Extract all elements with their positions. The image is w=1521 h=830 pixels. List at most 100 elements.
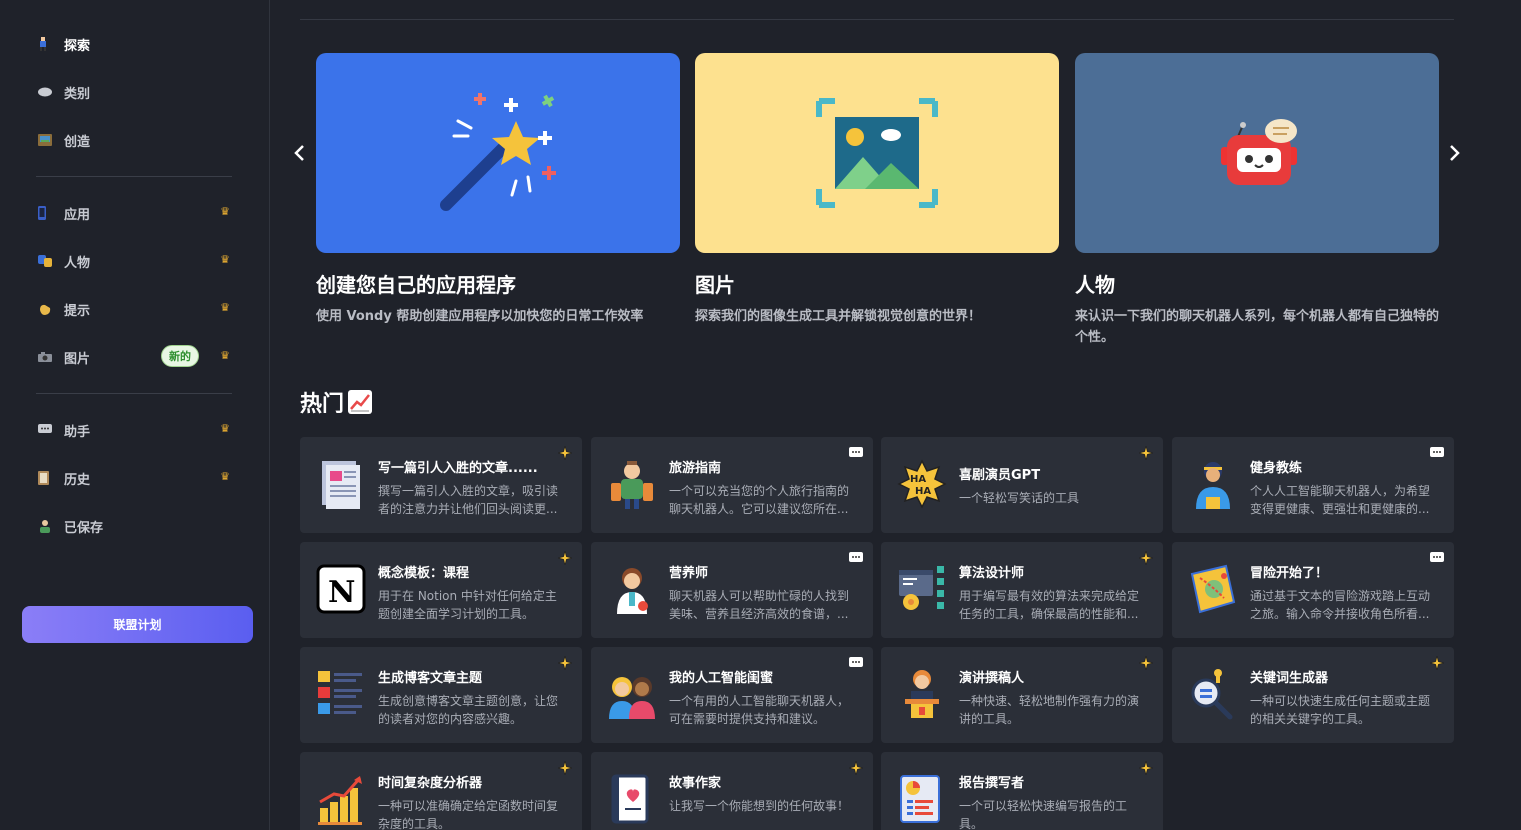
popular-card[interactable]: HA HA 喜剧演员GPT 一个轻松写笑话的工具 — [881, 437, 1163, 533]
chat-bubble-icon — [849, 445, 863, 459]
sidebar-item-characters[interactable]: 人物 ♛ — [38, 249, 230, 273]
card-thumbnail-icon: HA HA — [897, 457, 947, 511]
chat-bubble-icon — [849, 655, 863, 669]
card-desc: 让我写一个你能想到的任何故事！ — [669, 799, 850, 813]
carousel-next-button[interactable] — [1443, 140, 1467, 166]
sidebar-item-label: 应用 — [64, 207, 91, 223]
robot-icon — [1221, 119, 1297, 185]
assistant-icon — [38, 424, 58, 436]
feature-image[interactable] — [1075, 53, 1439, 253]
saved-icon — [38, 519, 58, 533]
feature-title[interactable]: 创建您自己的应用程序 — [316, 269, 680, 298]
sidebar-item-prompts[interactable]: 提示 ♛ — [38, 297, 230, 321]
popular-card[interactable]: 算法设计师 用于编写最有效的算法来完成给定任务的工具，确保最高的性能和... — [881, 542, 1163, 638]
popular-card[interactable]: 冒险开始了！ 通过基于文本的冒险游戏踏上互动之旅。输入命令并接收角色所看... — [1172, 542, 1454, 638]
card-desc: 一个可以充当您的个人旅行指南的聊天机器人。它可以建议您所在... — [669, 484, 850, 516]
sidebar-item-saved[interactable]: 已保存 — [38, 514, 230, 538]
card-thumbnail-icon — [607, 667, 657, 721]
popular-card[interactable]: 报告撰写者 一个可以轻松快速编写报告的工具。 — [881, 752, 1163, 830]
sparkle-icon — [1137, 444, 1155, 462]
card-thumbnail-icon — [1188, 667, 1238, 721]
card-title: 算法设计师 — [959, 566, 1025, 581]
sidebar-item-label: 助手 — [64, 424, 91, 440]
sidebar-divider — [36, 176, 232, 177]
card-title: 写一篇引人入胜的文章...... — [378, 461, 538, 476]
create-icon — [38, 134, 58, 146]
sidebar-item-create[interactable]: 创造 — [38, 128, 230, 152]
chat-bubble-icon — [849, 550, 863, 564]
card-title: 报告撰写者 — [959, 776, 1025, 791]
card-desc: 撰写一篇引人入胜的文章，吸引读者的注意力并让他们回头阅读更... — [378, 484, 559, 516]
sidebar-item-categories[interactable]: 类别 — [38, 80, 230, 104]
chevron-right-icon — [1450, 145, 1460, 161]
card-title: 故事作家 — [669, 776, 722, 791]
popular-card[interactable]: 健身教练 个人人工智能聊天机器人，为希望变得更健康、更强壮和更健康的... — [1172, 437, 1454, 533]
sidebar-item-label: 探索 — [64, 38, 91, 54]
feature-images[interactable]: 图片 探索我们的图像生成工具并解锁视觉创意的世界！ — [695, 53, 1059, 327]
history-icon — [38, 471, 58, 485]
card-desc: 一个轻松写笑话的工具 — [959, 491, 1080, 505]
card-thumbnail-icon — [897, 667, 947, 721]
svg-text:HA: HA — [915, 486, 931, 497]
sidebar-item-assistant[interactable]: 助手 ♛ — [38, 418, 230, 442]
crown-icon: ♛ — [220, 470, 230, 483]
card-thumbnail-icon: N — [316, 562, 366, 616]
sidebar: 探索 类别 创造 应用 ♛ 人物 ♛ 提示 ♛ 图片 新的 ♛ 助手 ♛ 历史 … — [0, 0, 270, 830]
sparkle-icon — [1137, 549, 1155, 567]
sparkle-icon — [556, 444, 574, 462]
feature-image[interactable] — [695, 53, 1059, 253]
images-icon — [38, 352, 58, 362]
sparkle-icon — [1137, 654, 1155, 672]
popular-card[interactable]: 写一篇引人入胜的文章...... 撰写一篇引人入胜的文章，吸引读者的注意力并让他们… — [300, 437, 582, 533]
popular-card[interactable]: N 概念模板：课程 用于在 Notion 中针对任何给定主题创建全面学习计划的工具。 — [300, 542, 582, 638]
sidebar-item-explore[interactable]: 探索 — [38, 32, 230, 56]
popular-card[interactable]: 旅游指南 一个可以充当您的个人旅行指南的聊天机器人。它可以建议您所在... — [591, 437, 873, 533]
popular-card[interactable]: 演讲撰稿人 一种快速、轻松地制作强有力的演讲的工具。 — [881, 647, 1163, 743]
feature-characters[interactable]: 人物 来认识一下我们的聊天机器人系列，每个机器人都有自己独特的个性。 — [1075, 53, 1439, 348]
feature-desc: 来认识一下我们的聊天机器人系列，每个机器人都有自己独特的个性。 — [1075, 309, 1440, 345]
card-title: 冒险开始了！ — [1250, 566, 1329, 581]
sidebar-item-apps[interactable]: 应用 ♛ — [38, 201, 230, 225]
card-desc: 聊天机器人可以帮助忙碌的人找到美味、营养且经济高效的食谱，... — [669, 589, 850, 621]
card-thumbnail-icon — [316, 457, 366, 511]
popular-card[interactable]: 生成博客文章主题 生成创意博客文章主题创意，让您的读者对您的内容感兴趣。 — [300, 647, 582, 743]
sidebar-item-label: 创造 — [64, 134, 91, 150]
new-badge: 新的 — [161, 345, 199, 367]
popular-card[interactable]: 我的人工智能闺蜜 一个有用的人工智能聊天机器人，可在需要时提供支持和建议。 — [591, 647, 873, 743]
feature-image[interactable] — [316, 53, 680, 253]
popular-title: 热门 — [300, 392, 345, 417]
affiliate-program-button[interactable]: 联盟计划 — [22, 606, 253, 643]
sidebar-item-images[interactable]: 图片 新的 ♛ — [38, 345, 230, 369]
card-desc: 用于在 Notion 中针对任何给定主题创建全面学习计划的工具。 — [378, 589, 557, 621]
apps-icon — [38, 206, 58, 220]
feature-title[interactable]: 图片 — [695, 269, 1059, 298]
picture-icon — [816, 98, 938, 208]
popular-card[interactable]: 时间复杂度分析器 一种可以准确确定给定函数时间复杂度的工具。 — [300, 752, 582, 830]
popular-card[interactable]: 故事作家让我写一个你能想到的任何故事！ — [591, 752, 873, 830]
popular-card[interactable]: 营养师聊天机器人可以帮助忙碌的人找到美味、营养且经济高效的食谱，... — [591, 542, 873, 638]
card-thumbnail-icon — [607, 457, 657, 511]
feature-title[interactable]: 人物 — [1075, 269, 1439, 298]
card-title: 我的人工智能闺蜜 — [669, 671, 774, 686]
sidebar-item-label: 图片 — [64, 351, 91, 367]
characters-icon — [38, 254, 58, 268]
sidebar-divider — [36, 393, 232, 394]
card-desc: 一种可以快速生成任何主题或主题的相关关键字的工具。 — [1250, 694, 1431, 726]
prompts-icon — [38, 302, 58, 316]
card-thumbnail-icon — [316, 667, 366, 721]
card-thumbnail-icon — [1188, 457, 1238, 511]
carousel-prev-button[interactable] — [287, 140, 311, 166]
card-desc: 通过基于文本的冒险游戏踏上互动之旅。输入命令并接收角色所看... — [1250, 589, 1431, 621]
sidebar-item-label: 类别 — [64, 86, 91, 102]
sidebar-item-history[interactable]: 历史 ♛ — [38, 466, 230, 490]
chat-bubble-icon — [1430, 550, 1444, 564]
card-title: 营养师 — [669, 566, 709, 581]
popular-card[interactable]: 关键词生成器 一种可以快速生成任何主题或主题的相关关键字的工具。 — [1172, 647, 1454, 743]
crown-icon: ♛ — [220, 349, 230, 362]
feature-create-app[interactable]: 创建您自己的应用程序 使用 Vondy 帮助创建应用程序以加快您的日常工作效率 — [316, 53, 680, 327]
card-desc: 一种快速、轻松地制作强有力的演讲的工具。 — [959, 694, 1140, 726]
crown-icon: ♛ — [220, 253, 230, 266]
feature-desc: 使用 Vondy 帮助创建应用程序以加快您的日常工作效率 — [316, 309, 644, 324]
sparkle-icon — [556, 549, 574, 567]
card-desc: 个人人工智能聊天机器人，为希望变得更健康、更强壮和更健康的... — [1250, 484, 1431, 516]
